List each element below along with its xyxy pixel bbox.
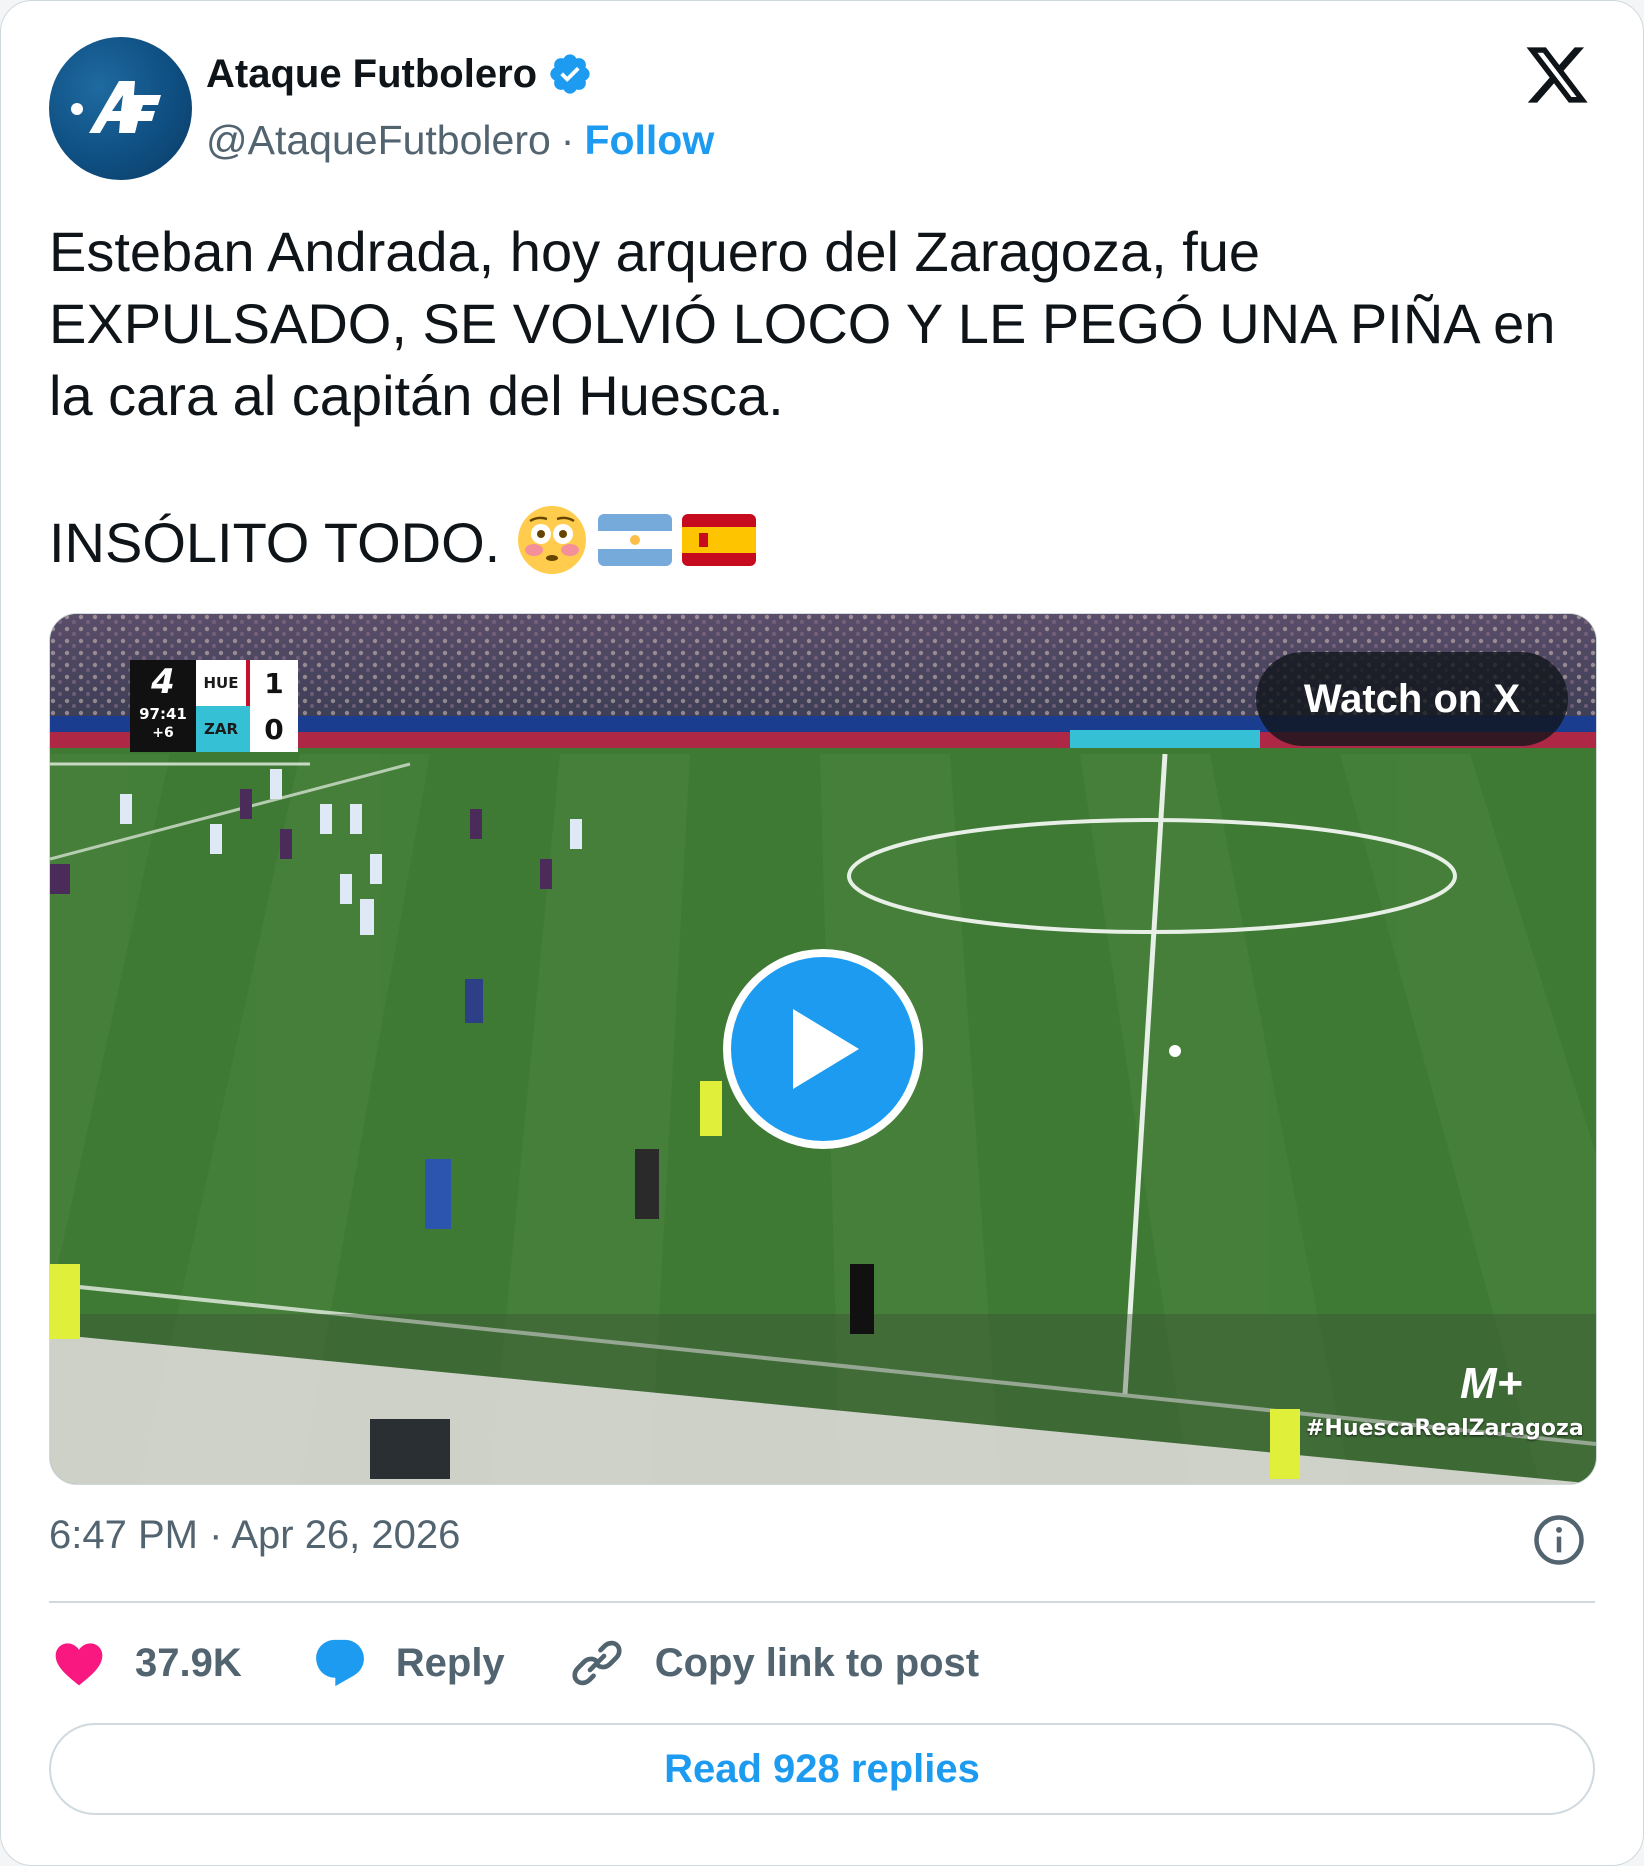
- timestamp-time[interactable]: 6:47 PM: [49, 1513, 198, 1557]
- reply-bubble-icon: [315, 1639, 364, 1687]
- spain-flag-emoji: [682, 514, 757, 566]
- added-time: +6: [152, 725, 174, 741]
- reply-button[interactable]: Reply: [310, 1635, 505, 1691]
- tweet-paragraph: Esteban Andrada, hoy arquero del Zaragoz…: [49, 220, 1556, 427]
- emoji-group: [516, 504, 757, 576]
- league-logo: 4 97:41 +6: [130, 660, 196, 752]
- like-count: 37.9K: [135, 1640, 242, 1685]
- tweet-text: Esteban Andrada, hoy arquero del Zaragoz…: [49, 216, 1609, 579]
- match-clock: 97:41: [139, 705, 187, 723]
- link-icon: [572, 1640, 622, 1686]
- tweet-line: INSÓLITO TODO.: [49, 511, 501, 574]
- author-name[interactable]: Ataque Futbolero: [206, 52, 537, 97]
- author-handle-row: @AtaqueFutbolero · Follow: [206, 117, 714, 164]
- author-handle[interactable]: @AtaqueFutbolero: [206, 117, 551, 164]
- tweet-paragraph: INSÓLITO TODO.: [49, 504, 1609, 579]
- play-button[interactable]: [723, 949, 923, 1149]
- argentina-flag-emoji: [598, 514, 673, 566]
- action-bar: 37.9K Reply Copy link to post: [49, 1633, 979, 1693]
- heart-icon: [55, 1643, 103, 1686]
- author-name-row[interactable]: Ataque Futbolero: [206, 51, 593, 97]
- watch-on-x-button[interactable]: Watch on X: [1256, 652, 1568, 746]
- handle-separator: ·: [560, 117, 575, 163]
- timestamp-separator: ·: [209, 1513, 223, 1557]
- copy-link-button[interactable]: Copy link to post: [569, 1635, 979, 1691]
- scoreboard-scores: 1 0: [246, 660, 298, 752]
- home-score: 1: [246, 660, 298, 706]
- flushed-face-emoji: [518, 506, 587, 574]
- svg-text:AF: AF: [49, 37, 51, 38]
- league-logo-mark: 4: [151, 662, 175, 702]
- tweet-embed-card: AF Ataque Futbolero @AtaqueFutbolero · F…: [0, 0, 1644, 1866]
- reply-label: Reply: [395, 1640, 505, 1685]
- home-team: HUE: [196, 660, 246, 706]
- ataque-futbolero-logo: AF: [49, 37, 161, 133]
- avatar[interactable]: AF: [49, 37, 192, 180]
- scoreboard-teams: HUE ZAR: [196, 660, 246, 752]
- broadcast-hashtag: #HuescaRealZaragoza: [1306, 1416, 1584, 1441]
- copy-link-label: Copy link to post: [654, 1640, 980, 1685]
- scoreboard: 4 97:41 +6 HUE ZAR 1 0: [130, 660, 300, 752]
- video-player[interactable]: 4 97:41 +6 HUE ZAR 1 0 Watch on X M+ #Hu…: [49, 613, 1597, 1485]
- away-team: ZAR: [196, 706, 246, 752]
- away-score: 0: [246, 706, 298, 752]
- like-button[interactable]: 37.9K: [49, 1635, 242, 1691]
- read-replies-button[interactable]: Read 928 replies: [49, 1723, 1595, 1815]
- broadcaster-logo: M+: [1460, 1359, 1523, 1408]
- timestamp[interactable]: 6:47 PM · Apr 26, 2026: [49, 1513, 460, 1558]
- follow-button[interactable]: Follow: [584, 117, 714, 164]
- verified-badge-icon: [550, 54, 590, 94]
- x-logo-icon[interactable]: [1523, 41, 1591, 109]
- timestamp-date[interactable]: Apr 26, 2026: [231, 1513, 460, 1557]
- info-icon[interactable]: [1532, 1513, 1586, 1567]
- divider: [49, 1601, 1595, 1603]
- play-icon: [793, 1009, 859, 1089]
